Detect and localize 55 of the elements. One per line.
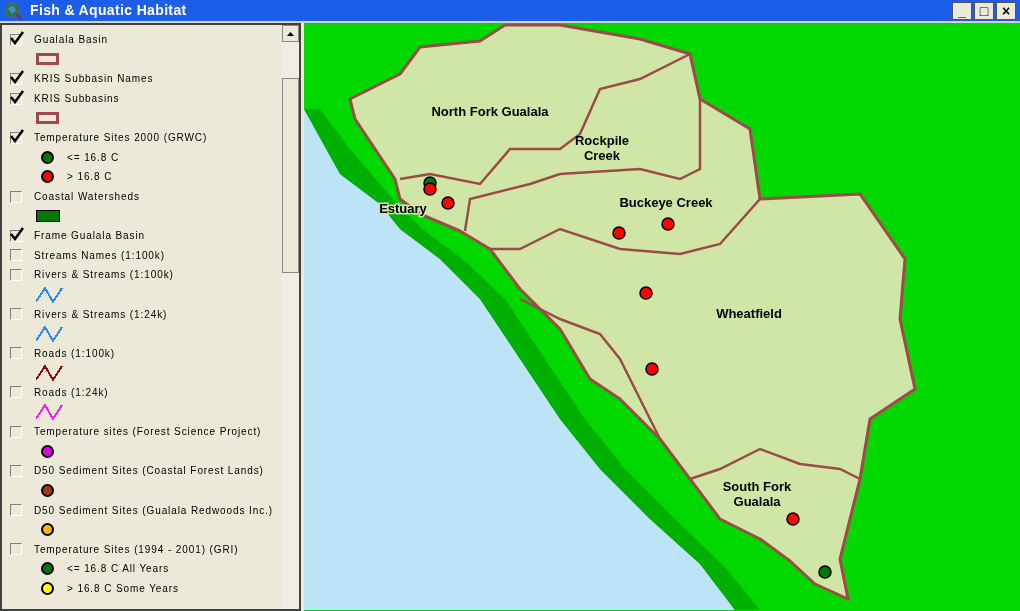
subbasin-name: North Fork Gualala xyxy=(431,104,549,119)
layer-label: KRIS Subbasins xyxy=(34,92,120,107)
layer-label: Gualala Basin xyxy=(34,33,108,48)
site-marker[interactable] xyxy=(645,362,659,376)
class-label: > 16.8 C xyxy=(67,170,113,185)
scroll-up-button[interactable] xyxy=(282,25,299,42)
site-marker[interactable] xyxy=(441,196,455,210)
layer-label: D50 Sediment Sites (Coastal Forest Lands) xyxy=(34,464,264,479)
subbasin-name: Wheatfield xyxy=(716,306,782,321)
site-marker[interactable] xyxy=(639,286,653,300)
layer-label: Roads (1:100k) xyxy=(34,346,115,361)
site-marker[interactable] xyxy=(612,226,626,240)
layer-checkbox[interactable] xyxy=(10,249,22,262)
up-arrow-icon xyxy=(287,31,294,36)
layer-checkbox[interactable] xyxy=(10,268,22,281)
layer-label: Temperature Sites (1994 - 2001) (GRI) xyxy=(34,542,239,557)
layer-checkbox[interactable] xyxy=(10,131,22,144)
layer-label: Rivers & Streams (1:24k) xyxy=(34,307,168,322)
site-marker[interactable] xyxy=(818,565,832,579)
scroll-thumb[interactable] xyxy=(282,78,299,273)
layer-label: Rivers & Streams (1:100k) xyxy=(34,268,174,283)
subbasin-name: South Fork Gualala xyxy=(722,479,792,509)
layer-checkbox[interactable] xyxy=(10,543,22,556)
class-label: <= 16.8 C All Years xyxy=(67,562,170,577)
maximize-button[interactable]: □ xyxy=(974,1,994,20)
site-marker[interactable] xyxy=(786,512,800,526)
layer-checkbox[interactable] xyxy=(10,425,22,438)
layer-checkbox[interactable] xyxy=(10,308,22,321)
layer-label: Frame Gualala Basin xyxy=(34,229,146,244)
site-marker[interactable] xyxy=(661,217,675,231)
close-button[interactable]: × xyxy=(996,1,1016,20)
layer-checkbox[interactable] xyxy=(10,504,22,517)
class-label: <= 16.8 C xyxy=(67,150,120,165)
subbasin-name: Buckeye Creek xyxy=(619,195,713,210)
layer-checkbox[interactable] xyxy=(10,347,22,360)
layer-label: Temperature sites (Forest Science Project) xyxy=(34,425,262,440)
layer-label: Temperature Sites 2000 (GRWC) xyxy=(34,131,208,146)
globe-icon xyxy=(4,1,22,20)
layer-label: D50 Sediment Sites (Gualala Redwoods Inc.) xyxy=(34,503,273,518)
subbasin-name: Rockpile Creek xyxy=(574,133,630,163)
window-title: Fish & Aquatic Habitat xyxy=(30,1,187,20)
layer-checkbox[interactable] xyxy=(10,386,22,399)
layer-checkbox[interactable] xyxy=(10,464,22,477)
site-marker[interactable] xyxy=(423,182,437,196)
layer-label: Streams Names (1:100k) xyxy=(34,248,165,263)
layer-label: Roads (1:24k) xyxy=(34,386,109,400)
class-label: > 16.8 C Some Years xyxy=(67,581,179,596)
layer-checkbox[interactable] xyxy=(10,73,22,85)
minimize-button[interactable]: _ xyxy=(952,1,972,20)
layer-checkbox[interactable] xyxy=(10,92,22,105)
layer-checkbox[interactable] xyxy=(10,33,22,46)
layer-label: Coastal Watersheds xyxy=(34,190,140,205)
layer-label: KRIS Subbasin Names xyxy=(34,72,154,87)
layer-checkbox[interactable] xyxy=(10,229,22,242)
layer-checkbox[interactable] xyxy=(10,190,22,203)
